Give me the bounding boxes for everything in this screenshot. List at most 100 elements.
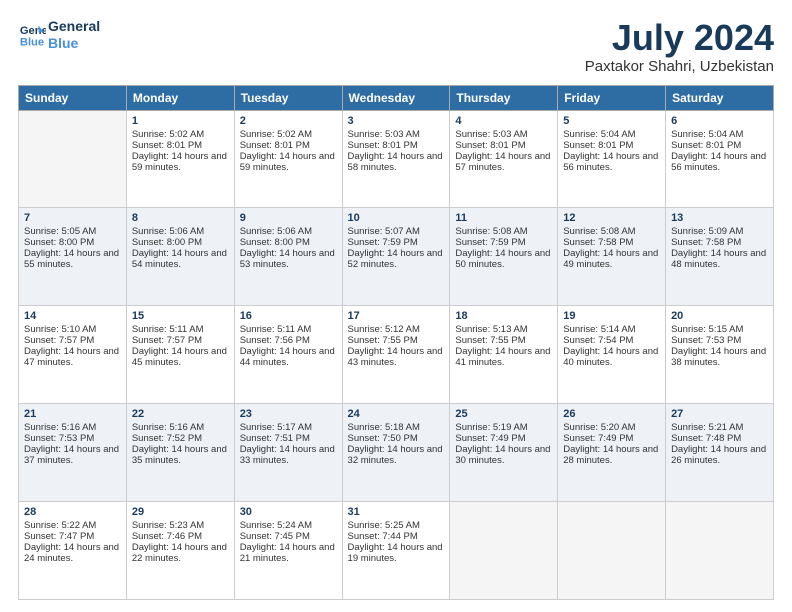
day-number: 19 — [563, 310, 660, 322]
daylight-label: Daylight: 14 hours and 21 minutes. — [240, 542, 335, 564]
sunrise: Sunrise: 5:05 AM — [24, 226, 96, 237]
day-cell: 5 Sunrise: 5:04 AM Sunset: 8:01 PM Dayli… — [558, 110, 666, 208]
day-number: 3 — [348, 115, 445, 127]
sunset: Sunset: 7:50 PM — [348, 433, 418, 444]
sunset: Sunset: 7:57 PM — [24, 335, 94, 346]
sunset: Sunset: 7:45 PM — [240, 531, 310, 542]
week-row-4: 21 Sunrise: 5:16 AM Sunset: 7:53 PM Dayl… — [19, 404, 774, 502]
week-row-3: 14 Sunrise: 5:10 AM Sunset: 7:57 PM Dayl… — [19, 306, 774, 404]
day-number: 4 — [455, 115, 552, 127]
sunrise: Sunrise: 5:02 AM — [132, 129, 204, 140]
sunset: Sunset: 8:00 PM — [24, 237, 94, 248]
day-cell: 14 Sunrise: 5:10 AM Sunset: 7:57 PM Dayl… — [19, 306, 127, 404]
day-number: 20 — [671, 310, 768, 322]
sunset: Sunset: 8:00 PM — [240, 237, 310, 248]
day-cell: 11 Sunrise: 5:08 AM Sunset: 7:59 PM Dayl… — [450, 208, 558, 306]
daylight-label: Daylight: 14 hours and 33 minutes. — [240, 444, 335, 466]
daylight-label: Daylight: 14 hours and 37 minutes. — [24, 444, 119, 466]
day-number: 29 — [132, 506, 229, 518]
sunrise: Sunrise: 5:03 AM — [455, 129, 527, 140]
day-cell: 26 Sunrise: 5:20 AM Sunset: 7:49 PM Dayl… — [558, 404, 666, 502]
sunset: Sunset: 7:47 PM — [24, 531, 94, 542]
daylight-label: Daylight: 14 hours and 35 minutes. — [132, 444, 227, 466]
daylight-label: Daylight: 14 hours and 22 minutes. — [132, 542, 227, 564]
week-row-1: 1 Sunrise: 5:02 AM Sunset: 8:01 PM Dayli… — [19, 110, 774, 208]
sunrise: Sunrise: 5:19 AM — [455, 422, 527, 433]
day-cell: 31 Sunrise: 5:25 AM Sunset: 7:44 PM Dayl… — [342, 502, 450, 600]
day-cell: 9 Sunrise: 5:06 AM Sunset: 8:00 PM Dayli… — [234, 208, 342, 306]
calendar-table: SundayMondayTuesdayWednesdayThursdayFrid… — [18, 85, 774, 600]
sunrise: Sunrise: 5:04 AM — [671, 129, 743, 140]
column-header-wednesday: Wednesday — [342, 85, 450, 110]
sunset: Sunset: 7:56 PM — [240, 335, 310, 346]
day-cell: 17 Sunrise: 5:12 AM Sunset: 7:55 PM Dayl… — [342, 306, 450, 404]
day-cell: 18 Sunrise: 5:13 AM Sunset: 7:55 PM Dayl… — [450, 306, 558, 404]
sunrise: Sunrise: 5:16 AM — [132, 422, 204, 433]
day-number: 8 — [132, 212, 229, 224]
day-cell: 4 Sunrise: 5:03 AM Sunset: 8:01 PM Dayli… — [450, 110, 558, 208]
daylight-label: Daylight: 14 hours and 55 minutes. — [24, 248, 119, 270]
sunset: Sunset: 7:55 PM — [348, 335, 418, 346]
day-cell — [19, 110, 127, 208]
logo-general: General — [48, 18, 100, 35]
day-number: 13 — [671, 212, 768, 224]
day-number: 11 — [455, 212, 552, 224]
sunset: Sunset: 7:49 PM — [563, 433, 633, 444]
sunrise: Sunrise: 5:13 AM — [455, 324, 527, 335]
day-number: 9 — [240, 212, 337, 224]
daylight-label: Daylight: 14 hours and 43 minutes. — [348, 346, 443, 368]
calendar-page: General Blue General Blue July 2024 Paxt… — [0, 0, 792, 612]
daylight-label: Daylight: 14 hours and 49 minutes. — [563, 248, 658, 270]
day-cell: 7 Sunrise: 5:05 AM Sunset: 8:00 PM Dayli… — [19, 208, 127, 306]
logo-icon: General Blue — [18, 21, 46, 49]
sunset: Sunset: 7:53 PM — [671, 335, 741, 346]
daylight-label: Daylight: 14 hours and 53 minutes. — [240, 248, 335, 270]
sunset: Sunset: 8:01 PM — [348, 140, 418, 151]
sunset: Sunset: 8:00 PM — [132, 237, 202, 248]
sunrise: Sunrise: 5:03 AM — [348, 129, 420, 140]
day-cell: 15 Sunrise: 5:11 AM Sunset: 7:57 PM Dayl… — [126, 306, 234, 404]
day-cell: 12 Sunrise: 5:08 AM Sunset: 7:58 PM Dayl… — [558, 208, 666, 306]
day-cell: 13 Sunrise: 5:09 AM Sunset: 7:58 PM Dayl… — [666, 208, 774, 306]
sunset: Sunset: 8:01 PM — [563, 140, 633, 151]
sunrise: Sunrise: 5:20 AM — [563, 422, 635, 433]
sunset: Sunset: 8:01 PM — [240, 140, 310, 151]
day-cell — [666, 502, 774, 600]
day-cell: 1 Sunrise: 5:02 AM Sunset: 8:01 PM Dayli… — [126, 110, 234, 208]
sunrise: Sunrise: 5:11 AM — [132, 324, 204, 335]
day-number: 12 — [563, 212, 660, 224]
day-number: 31 — [348, 506, 445, 518]
day-cell: 10 Sunrise: 5:07 AM Sunset: 7:59 PM Dayl… — [342, 208, 450, 306]
daylight-label: Daylight: 14 hours and 28 minutes. — [563, 444, 658, 466]
sunset: Sunset: 8:01 PM — [132, 140, 202, 151]
day-number: 1 — [132, 115, 229, 127]
daylight-label: Daylight: 14 hours and 59 minutes. — [132, 151, 227, 173]
daylight-label: Daylight: 14 hours and 30 minutes. — [455, 444, 550, 466]
sunset: Sunset: 7:58 PM — [671, 237, 741, 248]
day-cell: 28 Sunrise: 5:22 AM Sunset: 7:47 PM Dayl… — [19, 502, 127, 600]
day-cell: 21 Sunrise: 5:16 AM Sunset: 7:53 PM Dayl… — [19, 404, 127, 502]
svg-text:Blue: Blue — [20, 36, 44, 48]
sunrise: Sunrise: 5:21 AM — [671, 422, 743, 433]
sunrise: Sunrise: 5:10 AM — [24, 324, 96, 335]
sunrise: Sunrise: 5:04 AM — [563, 129, 635, 140]
sunset: Sunset: 7:59 PM — [348, 237, 418, 248]
column-header-friday: Friday — [558, 85, 666, 110]
day-number: 5 — [563, 115, 660, 127]
day-number: 15 — [132, 310, 229, 322]
daylight-label: Daylight: 14 hours and 41 minutes. — [455, 346, 550, 368]
day-number: 27 — [671, 408, 768, 420]
day-cell: 2 Sunrise: 5:02 AM Sunset: 8:01 PM Dayli… — [234, 110, 342, 208]
sunset: Sunset: 7:52 PM — [132, 433, 202, 444]
day-cell: 16 Sunrise: 5:11 AM Sunset: 7:56 PM Dayl… — [234, 306, 342, 404]
daylight-label: Daylight: 14 hours and 40 minutes. — [563, 346, 658, 368]
sunrise: Sunrise: 5:16 AM — [24, 422, 96, 433]
column-header-monday: Monday — [126, 85, 234, 110]
column-header-saturday: Saturday — [666, 85, 774, 110]
sunrise: Sunrise: 5:24 AM — [240, 520, 312, 531]
daylight-label: Daylight: 14 hours and 57 minutes. — [455, 151, 550, 173]
day-number: 6 — [671, 115, 768, 127]
daylight-label: Daylight: 14 hours and 45 minutes. — [132, 346, 227, 368]
sunset: Sunset: 7:54 PM — [563, 335, 633, 346]
sunset: Sunset: 8:01 PM — [671, 140, 741, 151]
